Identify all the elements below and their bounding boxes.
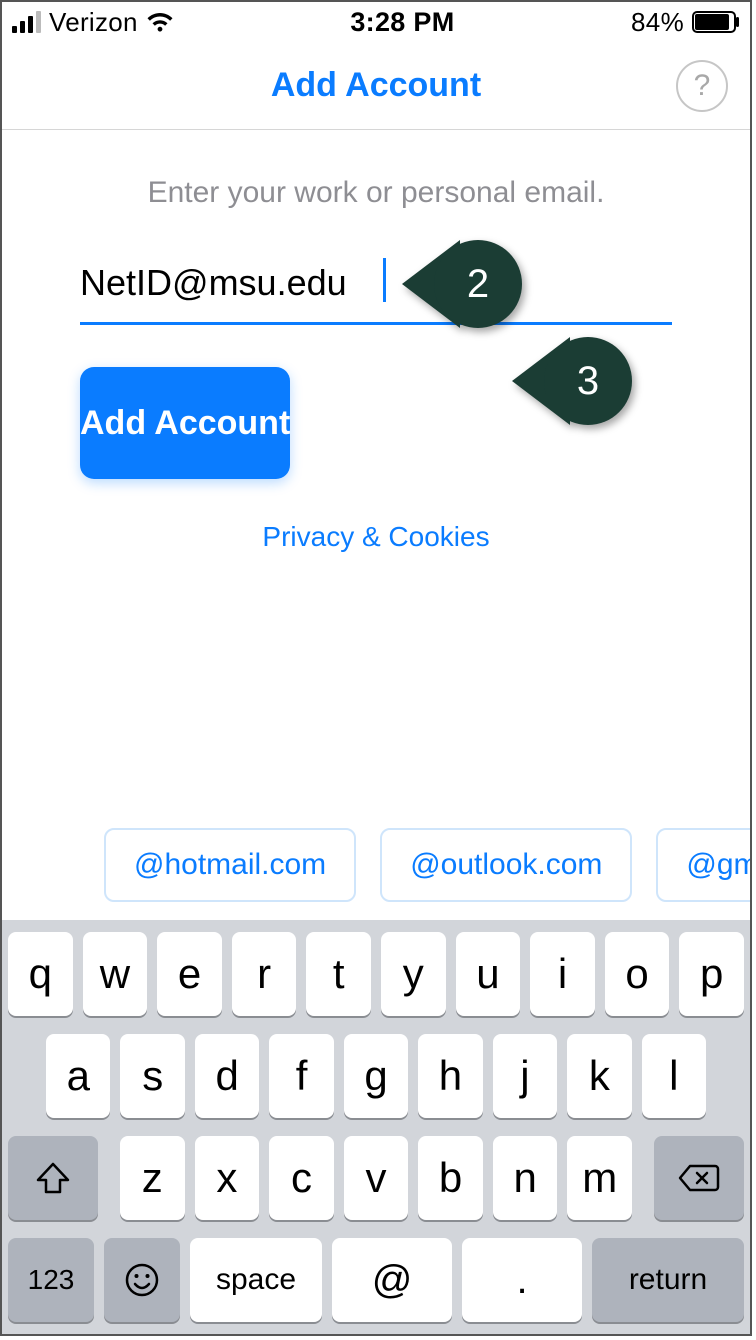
key-e[interactable]: e [157,932,222,1016]
key-f[interactable]: f [269,1034,333,1118]
privacy-cookies-link[interactable]: Privacy & Cookies [262,521,489,552]
key-backspace[interactable] [654,1136,744,1220]
privacy-link-wrap: Privacy & Cookies [80,521,672,553]
callout-step-2: 2 [402,240,522,328]
key-n[interactable]: n [493,1136,558,1220]
key-q[interactable]: q [8,932,73,1016]
key-m[interactable]: m [567,1136,632,1220]
key-shift[interactable] [8,1136,98,1220]
nav-bar: Add Account ? [2,42,750,130]
key-w[interactable]: w [83,932,148,1016]
content-area: Enter your work or personal email. 2 Add… [2,130,750,920]
email-input[interactable] [80,256,672,325]
suggestion-hotmail[interactable]: @hotmail.com [104,828,356,902]
key-i[interactable]: i [530,932,595,1016]
battery-percent: 84% [631,7,684,38]
key-dot[interactable]: . [462,1238,582,1322]
suggestion-gmail[interactable]: @gmail.com [656,828,752,902]
suggestion-outlook[interactable]: @outlook.com [380,828,632,902]
page-title: Add Account [271,66,481,105]
key-r[interactable]: r [232,932,297,1016]
add-account-label: Add Account [80,404,290,443]
signal-bars-icon [12,11,41,33]
key-k[interactable]: k [567,1034,631,1118]
key-u[interactable]: u [456,932,521,1016]
key-a[interactable]: a [46,1034,110,1118]
key-return[interactable]: return [592,1238,744,1322]
shift-icon [35,1162,71,1194]
help-icon: ? [694,69,711,103]
key-o[interactable]: o [605,932,670,1016]
key-z[interactable]: z [120,1136,185,1220]
email-suggestions: @hotmail.com @outlook.com @gmail.com [80,828,672,920]
callout-step-3: 3 [512,337,632,425]
key-j[interactable]: j [493,1034,557,1118]
clock: 3:28 PM [350,7,454,38]
key-p[interactable]: p [679,932,744,1016]
email-field-wrap: 2 [80,256,672,325]
backspace-icon [678,1163,720,1193]
key-t[interactable]: t [306,932,371,1016]
key-g[interactable]: g [344,1034,408,1118]
key-v[interactable]: v [344,1136,409,1220]
key-h[interactable]: h [418,1034,482,1118]
key-numbers[interactable]: 123 [8,1238,94,1322]
key-space[interactable]: space [190,1238,322,1322]
add-account-button[interactable]: Add Account [80,367,290,479]
key-d[interactable]: d [195,1034,259,1118]
callout-2-label: 2 [467,262,489,307]
emoji-icon [124,1262,160,1298]
key-emoji[interactable] [104,1238,180,1322]
wifi-icon [146,11,174,33]
key-at[interactable]: @ [332,1238,452,1322]
key-s[interactable]: s [120,1034,184,1118]
phone-screen: Verizon 3:28 PM 84% Add Account ? Enter … [0,0,752,1336]
text-cursor [383,258,386,302]
callout-3-label: 3 [577,359,599,404]
status-bar: Verizon 3:28 PM 84% [2,2,750,42]
key-l[interactable]: l [642,1034,706,1118]
carrier-label: Verizon [49,7,138,38]
key-x[interactable]: x [195,1136,260,1220]
keyboard: q w e r t y u i o p a s d f g h j k l [2,920,750,1334]
battery-icon [692,11,740,33]
prompt-text: Enter your work or personal email. [80,176,672,210]
key-y[interactable]: y [381,932,446,1016]
key-b[interactable]: b [418,1136,483,1220]
help-button[interactable]: ? [676,60,728,112]
key-c[interactable]: c [269,1136,334,1220]
